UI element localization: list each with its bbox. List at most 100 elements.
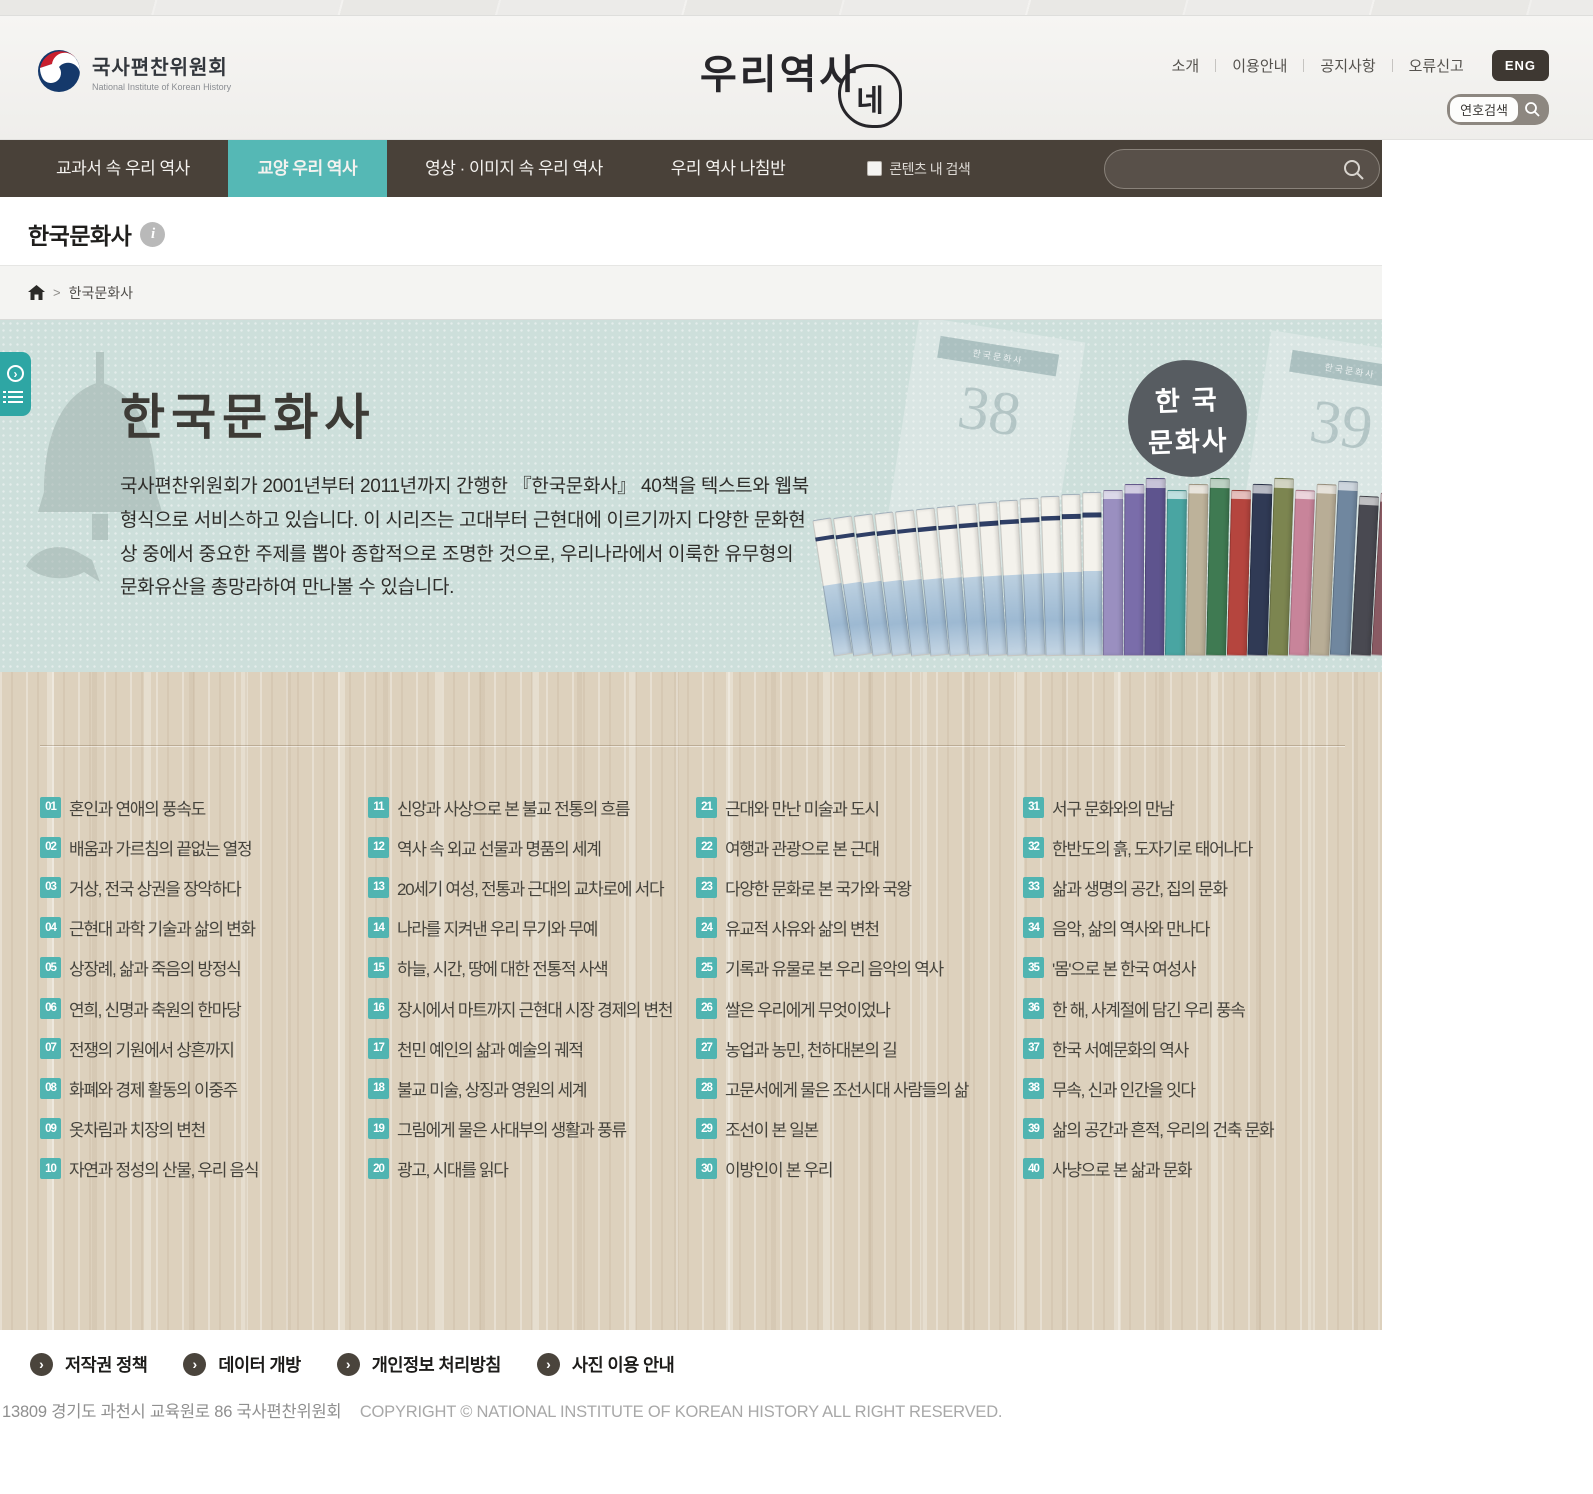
list-item[interactable]: 32한반도의 흙, 도자기로 태어나다 [1023,835,1352,860]
chevron-right-icon: › [183,1353,206,1376]
item-title: 한반도의 흙, 도자기로 태어나다 [1052,835,1252,860]
org-name-en: National Institute of Korean History [92,82,231,92]
item-title: 삶과 생명의 공간, 집의 문화 [1052,875,1227,900]
item-number-badge: 26 [696,998,717,1019]
item-title: 혼인과 연애의 풍속도 [69,795,205,820]
nav-tab-1[interactable]: 교과서 속 우리 역사 [26,140,220,197]
list-item[interactable]: 16장시에서 마트까지 근현대 시장 경제의 변천 [368,996,696,1021]
nav-tab-4[interactable]: 우리 역사 나침반 [641,140,815,197]
book-spine [1103,490,1123,656]
item-title: '몸'으로 본 한국 여성사 [1052,955,1195,980]
list-item[interactable]: 18불교 미술, 상징과 영원의 세계 [368,1076,696,1101]
hero-side-tab[interactable]: › [0,352,31,416]
item-number-badge: 30 [696,1158,717,1179]
list-item[interactable]: 08화폐와 경제 활동의 이중주 [40,1076,368,1101]
list-item[interactable]: 25기록과 유물로 본 우리 음악의 역사 [696,955,1023,980]
list-item[interactable]: 21근대와 만난 미술과 도시 [696,795,1023,820]
list-item[interactable]: 09옷차림과 치장의 변천 [40,1116,368,1141]
list-item[interactable]: 33삶과 생명의 공간, 집의 문화 [1023,875,1352,900]
top-link-3[interactable]: 공지사항 [1304,55,1391,76]
home-icon[interactable] [28,285,45,301]
list-item[interactable]: 15하늘, 시간, 땅에 대한 전통적 사색 [368,955,696,980]
list-item[interactable]: 39삶의 공간과 흔적, 우리의 건축 문화 [1023,1116,1352,1141]
nav-search-input[interactable] [1104,149,1380,189]
list-item[interactable]: 03거상, 전국 상권을 장악하다 [40,875,368,900]
content-search-checkbox[interactable] [867,161,882,176]
list-item[interactable]: 26쌀은 우리에게 무엇이었나 [696,996,1023,1021]
item-title: 근대와 만난 미술과 도시 [725,795,879,820]
list-item[interactable]: 37한국 서예문화의 역사 [1023,1036,1352,1061]
list-item[interactable]: 40사냥으로 본 삶과 문화 [1023,1156,1352,1181]
list-item[interactable]: 24유교적 사유와 삶의 변천 [696,915,1023,940]
item-number-badge: 01 [40,797,61,818]
item-title: 사냥으로 본 삶과 문화 [1052,1156,1191,1181]
item-title: 연희, 신명과 축원의 한마당 [69,996,240,1021]
list-item[interactable]: 29조선이 본 일본 [696,1116,1023,1141]
hero-description: 국사편찬위원회가 2001년부터 2011년까지 간행한 『한국문화사』 40책… [120,470,812,605]
list-item[interactable]: 17천민 예인의 삶과 예술의 궤적 [368,1036,696,1061]
list-item[interactable]: 34음악, 삶의 역사와 만나다 [1023,915,1352,940]
item-number-badge: 27 [696,1038,717,1059]
footer-link-2[interactable]: ›데이터 개방 [183,1352,300,1377]
item-number-badge: 04 [40,917,61,938]
item-number-badge: 19 [368,1118,389,1139]
list-item[interactable]: 01 혼인과 연애의 풍속도 [40,795,368,820]
book-spines-image [822,456,1382,656]
top-link-2[interactable]: 이용안내 [1216,55,1303,76]
item-number-badge: 14 [368,917,389,938]
item-number-badge: 16 [368,998,389,1019]
book-spine [1082,492,1103,656]
gov-logo[interactable]: 국사편찬위원회 National Institute of Korean His… [36,48,231,94]
list-item[interactable]: 12역사 속 외교 선물과 명품의 세계 [368,835,696,860]
chevron-right-icon[interactable]: › [7,365,24,382]
top-link-1[interactable]: 소개 [1156,55,1216,76]
footer-link-4[interactable]: ›사진 이용 안내 [537,1352,674,1377]
list-item[interactable]: 35'몸'으로 본 한국 여성사 [1023,955,1352,980]
list-item[interactable]: 07전쟁의 기원에서 상흔까지 [40,1036,368,1061]
list-item[interactable]: 04근현대 과학 기술과 삶의 변화 [40,915,368,940]
item-number-badge: 12 [368,837,389,858]
list-item[interactable]: 28고문서에게 물은 조선시대 사람들의 삶 [696,1076,1023,1101]
footer-link-3[interactable]: ›개인정보 처리방침 [337,1352,501,1377]
copyright-text: COPYRIGHT © NATIONAL INSTITUTE OF KOREAN… [360,1403,1003,1421]
item-number-badge: 03 [40,877,61,898]
item-title: 한국 서예문화의 역사 [1052,1036,1188,1061]
list-item[interactable]: 27농업과 농민, 천하대본의 길 [696,1036,1023,1061]
content-search-toggle[interactable]: 콘텐츠 내 검색 [867,159,970,179]
nav-tab-2[interactable]: 교양 우리 역사 [228,140,387,197]
list-item[interactable]: 36한 해, 사계절에 담긴 우리 풍속 [1023,996,1352,1021]
top-link-4[interactable]: 오류신고 [1393,55,1480,76]
list-item[interactable]: 1320세기 여성, 전통과 근대의 교차로에 서다 [368,875,696,900]
list-item[interactable]: 14나라를 지켜낸 우리 무기와 무예 [368,915,696,940]
item-number-badge: 15 [368,957,389,978]
list-item[interactable]: 02배움과 가르침의 끝없는 열정 [40,835,368,860]
info-icon[interactable]: i [140,222,165,247]
eng-button[interactable]: ENG [1492,50,1549,81]
list-item[interactable]: 23다양한 문화로 본 국가와 국왕 [696,875,1023,900]
item-title: 유교적 사유와 삶의 변천 [725,915,879,940]
list-icon[interactable] [8,391,23,403]
item-number-badge: 38 [1023,1078,1044,1099]
item-number-badge: 39 [1023,1118,1044,1139]
item-number-badge: 28 [696,1078,717,1099]
list-item[interactable]: 05상장례, 삶과 죽음의 방정식 [40,955,368,980]
item-title: 배움과 가르침의 끝없는 열정 [69,835,251,860]
nav-tab-3[interactable]: 영상 · 이미지 속 우리 역사 [395,140,633,197]
list-item[interactable]: 22여행과 관광으로 본 근대 [696,835,1023,860]
footer-link-1[interactable]: ›저작권 정책 [30,1352,147,1377]
list-item[interactable]: 19그림에게 물은 사대부의 생활과 풍류 [368,1116,696,1141]
list-item[interactable]: 20광고, 시대를 읽다 [368,1156,696,1181]
list-item[interactable]: 31서구 문화와의 만남 [1023,795,1352,820]
item-title: 여행과 관광으로 본 근대 [725,835,879,860]
list-item[interactable]: 30이방인이 본 우리 [696,1156,1023,1181]
list-item[interactable]: 38무속, 신과 인간을 잇다 [1023,1076,1352,1101]
book-spine [1165,490,1187,656]
era-search-button[interactable]: 연호검색 [1447,94,1549,125]
search-icon[interactable] [1342,158,1366,182]
list-item[interactable]: 10자연과 정성의 산물, 우리 음식 [40,1156,368,1181]
item-number-badge: 34 [1023,917,1044,938]
book-spine [1206,478,1230,656]
list-item[interactable]: 06연희, 신명과 축원의 한마당 [40,996,368,1021]
site-logo[interactable]: 우리역사 네 [700,42,920,132]
list-item[interactable]: 11신앙과 사상으로 본 불교 전통의 흐름 [368,795,696,820]
